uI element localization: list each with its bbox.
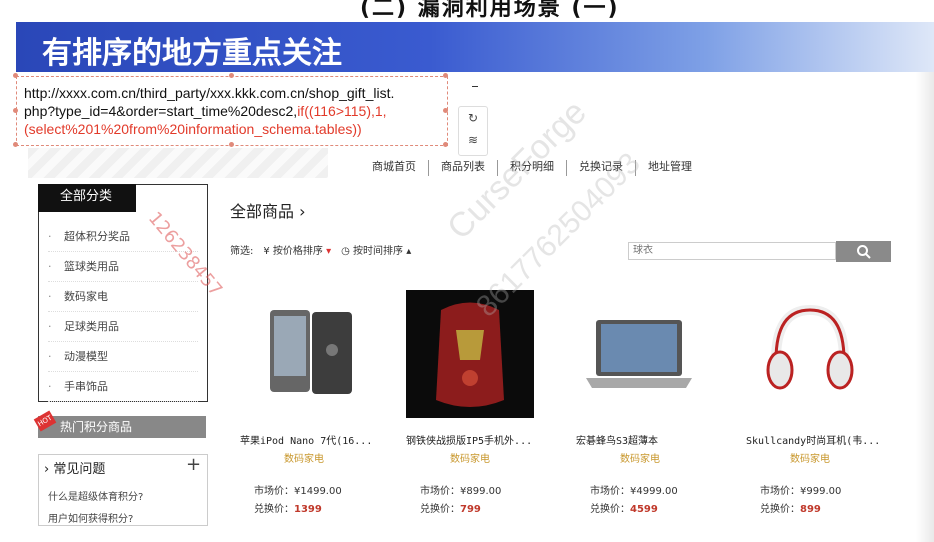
product-name[interactable]: 苹果iPod Nano 7代(16...	[240, 432, 390, 447]
sort-time-button[interactable]: ◷ 按时间排序 ▴	[341, 242, 411, 257]
exchange-price-value: 899	[800, 504, 821, 515]
product-image-laptop	[586, 320, 692, 388]
resize-handle[interactable]	[229, 142, 234, 147]
category-header: 全部分类	[38, 184, 136, 212]
exchange-price-value: 1399	[294, 504, 322, 515]
faq-question[interactable]: 用户如何获得积分?	[48, 510, 133, 525]
resize-handle[interactable]	[13, 142, 18, 147]
market-price: 市场价：¥999.00	[760, 482, 841, 497]
faq-title[interactable]: › 常见问题	[44, 458, 105, 477]
top-title-text: (二) 漏洞利用场景 (一)	[360, 0, 620, 21]
layers-icon[interactable]: ≋	[459, 129, 487, 151]
banner-title: 有排序的地方重点关注	[42, 36, 342, 71]
search-input[interactable]	[628, 242, 836, 260]
expand-plus-icon[interactable]: +	[186, 454, 201, 475]
product-category: 数码家电	[790, 454, 830, 465]
exchange-price-value: 799	[460, 504, 481, 515]
decorative-stripe	[28, 148, 328, 178]
exchange-price-value: 4599	[630, 504, 658, 515]
url-line-2-payload: if((116>115),1,	[297, 103, 387, 119]
category-item[interactable]: 动漫模型	[48, 342, 198, 372]
exchange-price: 兑换价：1399	[254, 500, 322, 515]
slide-banner: 有排序的地方重点关注	[16, 22, 934, 72]
market-price-label: 市场价：	[760, 486, 800, 497]
product-name[interactable]: 钢铁侠战损版IP5手机外...	[406, 432, 556, 447]
market-price: 市场价：¥899.00	[420, 482, 501, 497]
market-price-label: 市场价：	[420, 486, 460, 497]
filter-label: 筛选:	[230, 246, 254, 257]
exchange-price-label: 兑换价：	[590, 504, 630, 515]
product-category: 数码家电	[620, 454, 660, 465]
exchange-price-label: 兑换价：	[254, 504, 294, 515]
resize-handle[interactable]	[443, 73, 448, 78]
market-price: 市场价：¥4999.00	[590, 482, 678, 497]
nav-home[interactable]: 商城首页	[360, 160, 429, 176]
faq-question[interactable]: 什么是超级体育积分?	[48, 488, 143, 503]
all-goods-title[interactable]: 全部商品 ›	[230, 198, 306, 222]
sort-time-label: 按时间排序	[353, 246, 404, 257]
category-item[interactable]: 足球类用品	[48, 312, 198, 342]
category-item[interactable]: 数码家电	[48, 282, 198, 312]
resize-handle[interactable]	[13, 73, 18, 78]
slide-right-shade	[916, 72, 934, 542]
market-price-value: ¥4999.00	[630, 486, 678, 497]
dash-mark	[472, 86, 478, 87]
url-line-2: php?type_id=4&order=start_time%20desc2,i…	[24, 102, 454, 120]
url-line-3-payload: (select%201%20from%20information_schema.…	[24, 121, 362, 137]
market-price: 市场价：¥1499.00	[254, 482, 342, 497]
hot-products-header: 热门积分商品	[38, 416, 206, 438]
exchange-price-label: 兑换价：	[420, 504, 460, 515]
product-name[interactable]: 宏碁蜂鸟S3超薄本	[576, 432, 726, 447]
product-category: 数码家电	[284, 454, 324, 465]
market-price-value: ¥899.00	[460, 486, 502, 497]
category-item[interactable]: 手串饰品	[48, 372, 198, 402]
product-image-headphones	[766, 304, 854, 390]
market-price-label: 市场价：	[590, 486, 630, 497]
exchange-price: 兑换价：799	[420, 500, 481, 515]
chevron-right-icon: ›	[44, 462, 50, 477]
product-image-ipod	[270, 310, 352, 394]
slide-top-title: (二) 漏洞利用场景 (一)	[0, 0, 934, 21]
resize-handle[interactable]	[13, 108, 18, 113]
rotate-icon[interactable]: ↻	[459, 107, 487, 129]
faq-title-label: 常见问题	[53, 462, 106, 477]
caret-down-icon: ▾	[326, 246, 332, 257]
sort-price-label: 按价格排序	[272, 246, 323, 257]
url-line-1: http://xxxx.com.cn/third_party/xxx.kkk.c…	[24, 85, 395, 101]
market-price-label: 市场价：	[254, 486, 294, 497]
resize-handle[interactable]	[229, 73, 234, 78]
nav-address[interactable]: 地址管理	[636, 160, 704, 176]
resize-handle[interactable]	[443, 142, 448, 147]
exchange-price: 兑换价：899	[760, 500, 821, 515]
product-image-ironman-case	[406, 290, 534, 418]
product-name[interactable]: Skullcandy时尚耳机(韦...	[746, 432, 896, 447]
market-price-value: ¥1499.00	[294, 486, 342, 497]
sort-price-button[interactable]: ¥ 按价格排序 ▾	[263, 242, 331, 257]
exchange-price: 兑换价：4599	[590, 500, 658, 515]
exchange-price-label: 兑换价：	[760, 504, 800, 515]
product-category: 数码家电	[450, 454, 490, 465]
url-line-2-plain: php?type_id=4&order=start_time%20desc2,	[24, 103, 298, 119]
floating-toolbar: ↻ ≋	[458, 106, 488, 156]
search-button[interactable]	[836, 241, 891, 262]
market-price-value: ¥999.00	[800, 486, 842, 497]
url-text: http://xxxx.com.cn/third_party/xxx.kkk.c…	[24, 84, 454, 138]
search-icon	[856, 245, 871, 259]
filter-row: 筛选: ¥ 按价格排序 ▾ ◷ 按时间排序 ▴	[230, 242, 411, 257]
